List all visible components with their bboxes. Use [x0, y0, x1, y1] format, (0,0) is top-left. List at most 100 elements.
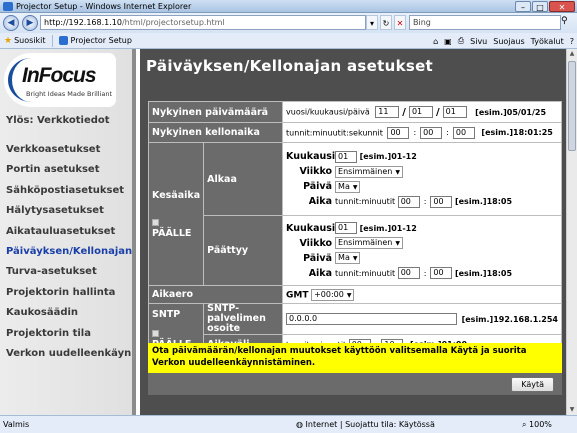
sidebar-item-port-settings[interactable]: Portin asetukset [6, 160, 132, 180]
dst-start-minute-input[interactable]: 00 [430, 195, 453, 208]
sidebar-item-remote[interactable]: Kaukosäädin [6, 303, 132, 323]
sidebar-item-projector-status[interactable]: Projektorin tila [6, 324, 132, 344]
hour-input[interactable]: 00 [387, 126, 410, 139]
page-menu[interactable]: Sivu [470, 37, 487, 46]
favorites-star-icon[interactable]: ★ [4, 36, 12, 46]
safety-menu[interactable]: Suojaus [493, 37, 524, 46]
dst-enable-label: PÄÄLLE [152, 227, 192, 239]
row-current-date: Nykyinen päivämäärä vuosi/kuukausi/päivä… [147, 101, 562, 123]
dst-toggle[interactable]: PÄÄLLE [152, 217, 200, 239]
dst-cell: Kesäaika PÄÄLLE [147, 142, 205, 286]
page-title: Päiväyksen/Kellonajan asetukset [146, 57, 434, 75]
vertical-scrollbar[interactable]: ▲ ▼ [566, 49, 577, 415]
dst-end-time-label: Aika [308, 267, 333, 279]
dst-start-day-value: Ma [338, 181, 350, 191]
favorites-bar: ★ Suosikit Projector Setup ⌂ ▣ ⎙ Sivu Su… [0, 33, 577, 49]
year-input[interactable]: 11 [375, 106, 400, 118]
sidebar-item-schedule-settings[interactable]: Aikatauluasetukset [6, 222, 132, 242]
sntp-label: SNTP [152, 308, 181, 320]
apply-button[interactable]: Käytä [511, 377, 554, 392]
dst-end-week-value: Ensimmäinen [338, 238, 393, 247]
scroll-up-icon[interactable]: ▲ [567, 49, 577, 59]
address-bar: ◀ ▶ http://192.168.1.10/html/projectorse… [0, 13, 577, 33]
sntp-server-label: SNTP-palvelimen osoite [203, 303, 284, 335]
settings-table: Nykyinen päivämäärä vuosi/kuukausi/päivä… [147, 101, 562, 355]
current-time-label: Nykyinen kellonaika [147, 122, 284, 143]
time-format: tunnit:minuutit:sekunnit [286, 128, 383, 137]
sidebar-item-projector-control[interactable]: Projektorin hallinta [6, 283, 132, 303]
dst-end-hour-input[interactable]: 00 [397, 267, 420, 279]
current-date-cell: vuosi/kuukausi/päivä 11/01/01 [esim.]05/… [282, 101, 562, 123]
dst-start-time-label: Aika [308, 196, 333, 207]
sntp-checkbox[interactable] [152, 329, 159, 337]
dst-end-time-example: [esim.]18:05 [454, 268, 513, 278]
search-input[interactable]: Bing [409, 15, 561, 30]
stop-icon[interactable]: ✕ [394, 15, 406, 30]
dst-end-month-input[interactable]: 01 [335, 222, 358, 234]
scroll-down-icon[interactable]: ▼ [567, 405, 577, 415]
compat-icon[interactable]: ▾ [366, 15, 378, 30]
second-input[interactable]: 00 [452, 126, 475, 139]
row-time-offset: Aikaero GMT +00:00 ▼ [147, 285, 562, 304]
address-host: http://192.168.1.10 [44, 18, 122, 27]
scrollbar-thumb[interactable] [568, 61, 576, 151]
help-icon[interactable]: ? [570, 37, 574, 46]
close-button[interactable]: ✕ [549, 1, 575, 12]
time-example: [esim.]18:01:25 [481, 128, 553, 137]
status-text: Valmis [3, 420, 30, 429]
window-title: Projector Setup - Windows Internet Explo… [16, 1, 192, 11]
address-input[interactable]: http://192.168.1.10/html/projectorsetup.… [40, 15, 366, 30]
refresh-icon[interactable]: ↻ [380, 15, 392, 30]
dst-start-time-format: tunnit:minuutit [335, 197, 396, 206]
minute-input[interactable]: 00 [420, 126, 443, 139]
day-input[interactable]: 01 [442, 106, 467, 118]
sidebar-item-up[interactable]: Ylös: Verkkotiedot [6, 114, 132, 140]
print-icon[interactable]: ⎙ [458, 36, 464, 46]
dst-end-week-select[interactable]: Ensimmäinen ▼ [335, 237, 403, 249]
sidebar-item-network-settings[interactable]: Verkkoasetukset [6, 140, 132, 160]
month-input[interactable]: 01 [408, 106, 433, 118]
dst-end-day-label: Päivä [303, 252, 333, 264]
zoom-control[interactable]: ⌕ 100% [522, 420, 552, 430]
dst-start-week-select[interactable]: Ensimmäinen ▼ [335, 165, 403, 178]
tools-menu[interactable]: Työkalut [531, 37, 564, 46]
sntp-server-input[interactable]: 0.0.0.0 [286, 313, 458, 325]
tab-projector-setup[interactable]: Projector Setup [71, 36, 132, 45]
status-bar: Valmis ◍ Internet | Suojattu tila: Käytö… [0, 415, 577, 433]
chevron-down-icon: ▼ [352, 183, 358, 191]
zoom-icon: ⌕ [522, 420, 530, 429]
dst-end-month-label: Kuukausi [286, 222, 336, 234]
dst-start-month-input[interactable]: 01 [335, 150, 358, 163]
sidebar-item-date-time-settings[interactable]: Päiväyksen/Kellonajan asetukset [6, 242, 132, 262]
tab-page-icon [58, 36, 68, 45]
row-sntp-server: SNTP PÄÄLLE SNTP-palvelimen osoite 0.0.0… [147, 303, 562, 355]
current-time-cell: tunnit:minuutit:sekunnit 00:00:00 [esim.… [282, 122, 562, 143]
home-icon[interactable]: ⌂ [433, 37, 438, 46]
zoom-level: 100% [529, 420, 552, 429]
maximize-button[interactable]: □ [532, 1, 548, 12]
back-button[interactable]: ◀ [3, 15, 19, 31]
feeds-icon[interactable]: ▣ [444, 37, 452, 46]
dst-checkbox[interactable] [152, 218, 159, 226]
dst-end-minute-input[interactable]: 00 [430, 267, 453, 279]
current-date-label: Nykyinen päivämäärä [147, 101, 284, 123]
sidebar-item-network-restart[interactable]: Verkon uudelleenkäynnistys [6, 344, 132, 364]
dst-end-day-select[interactable]: Ma ▼ [335, 252, 361, 264]
favorites-divider [51, 34, 53, 47]
dst-start-hour-input[interactable]: 00 [397, 195, 420, 208]
sidebar-item-security-settings[interactable]: Turva-asetukset [6, 262, 132, 282]
gmt-offset-value: +00:00 [314, 289, 344, 299]
row-dst-end: Päättyy Kuukausi 01 [esim.]01-12 Viikko En… [149, 215, 562, 286]
chevron-down-icon: ▼ [352, 255, 358, 262]
sidebar-item-alert-settings[interactable]: Hälytysasetukset [6, 201, 132, 221]
favorites-button[interactable]: Suosikit [14, 36, 45, 45]
sidebar-item-email-settings[interactable]: Sähköpostiasetukset [6, 181, 132, 201]
dst-end-label: Päättyy [203, 215, 284, 286]
infocus-logo: InFocus Bright Ideas Made Brilliant [4, 53, 116, 107]
gmt-offset-select[interactable]: +00:00 ▼ [311, 288, 355, 301]
search-icon[interactable]: ⚲ [561, 16, 568, 26]
dst-start-day-select[interactable]: Ma ▼ [335, 180, 361, 193]
forward-button[interactable]: ▶ [22, 15, 38, 31]
minimize-button[interactable]: – [515, 1, 531, 12]
address-tools: ▾ ↻ ✕ [366, 15, 406, 30]
